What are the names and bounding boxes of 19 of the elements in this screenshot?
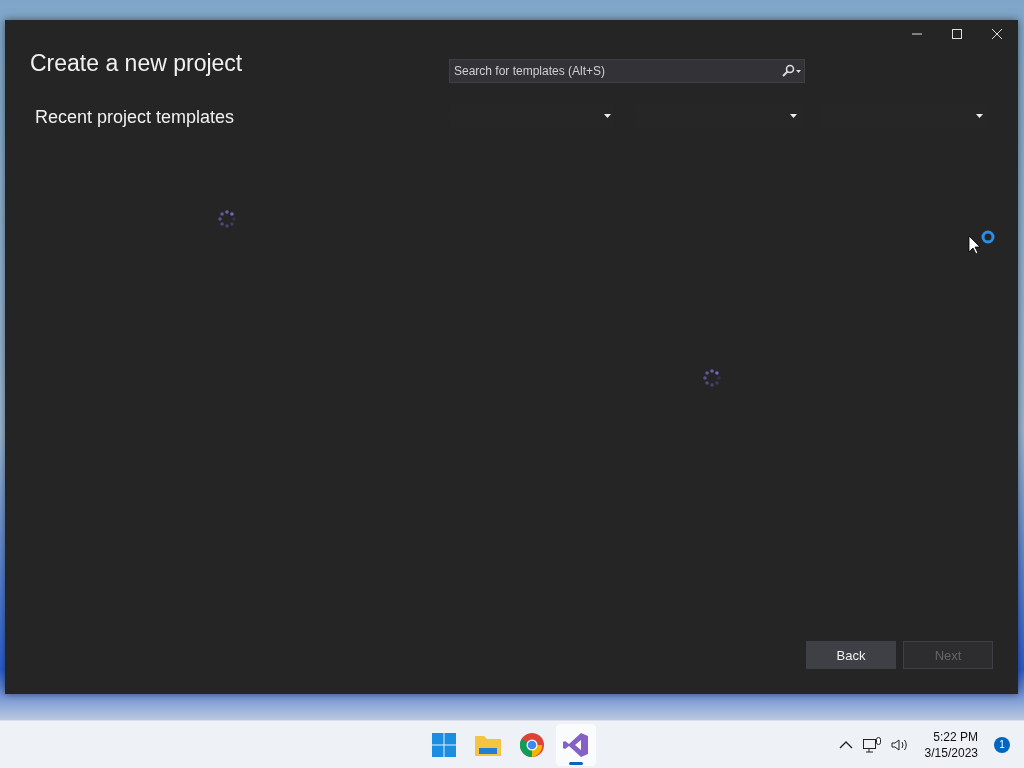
- chevron-up-icon[interactable]: [838, 740, 853, 749]
- notification-badge[interactable]: 1: [994, 736, 1010, 753]
- speaker-icon[interactable]: [890, 737, 909, 752]
- loading-spinner-icon: [216, 208, 238, 230]
- dialog-title: Create a new project: [30, 50, 244, 77]
- search-icon[interactable]: [780, 64, 802, 78]
- taskbar-app-button[interactable]: [556, 723, 596, 766]
- folder-icon[interactable]: [475, 733, 501, 756]
- network-icon[interactable]: [862, 736, 881, 753]
- windows-logo-icon[interactable]: [432, 732, 456, 757]
- browser-icon[interactable]: [520, 732, 544, 757]
- loading-spinner-icon: [701, 367, 723, 389]
- back-button[interactable]: Back: [806, 641, 896, 669]
- section-heading: Recent project templates: [35, 107, 236, 128]
- clock-time[interactable]: 5:22 PM: [933, 729, 978, 744]
- clock-date[interactable]: 3/15/2023: [924, 745, 978, 760]
- search-field[interactable]: Search for templates (Alt+S): [449, 59, 805, 83]
- ide-logo-icon[interactable]: [563, 731, 589, 758]
- active-indicator: [569, 761, 583, 765]
